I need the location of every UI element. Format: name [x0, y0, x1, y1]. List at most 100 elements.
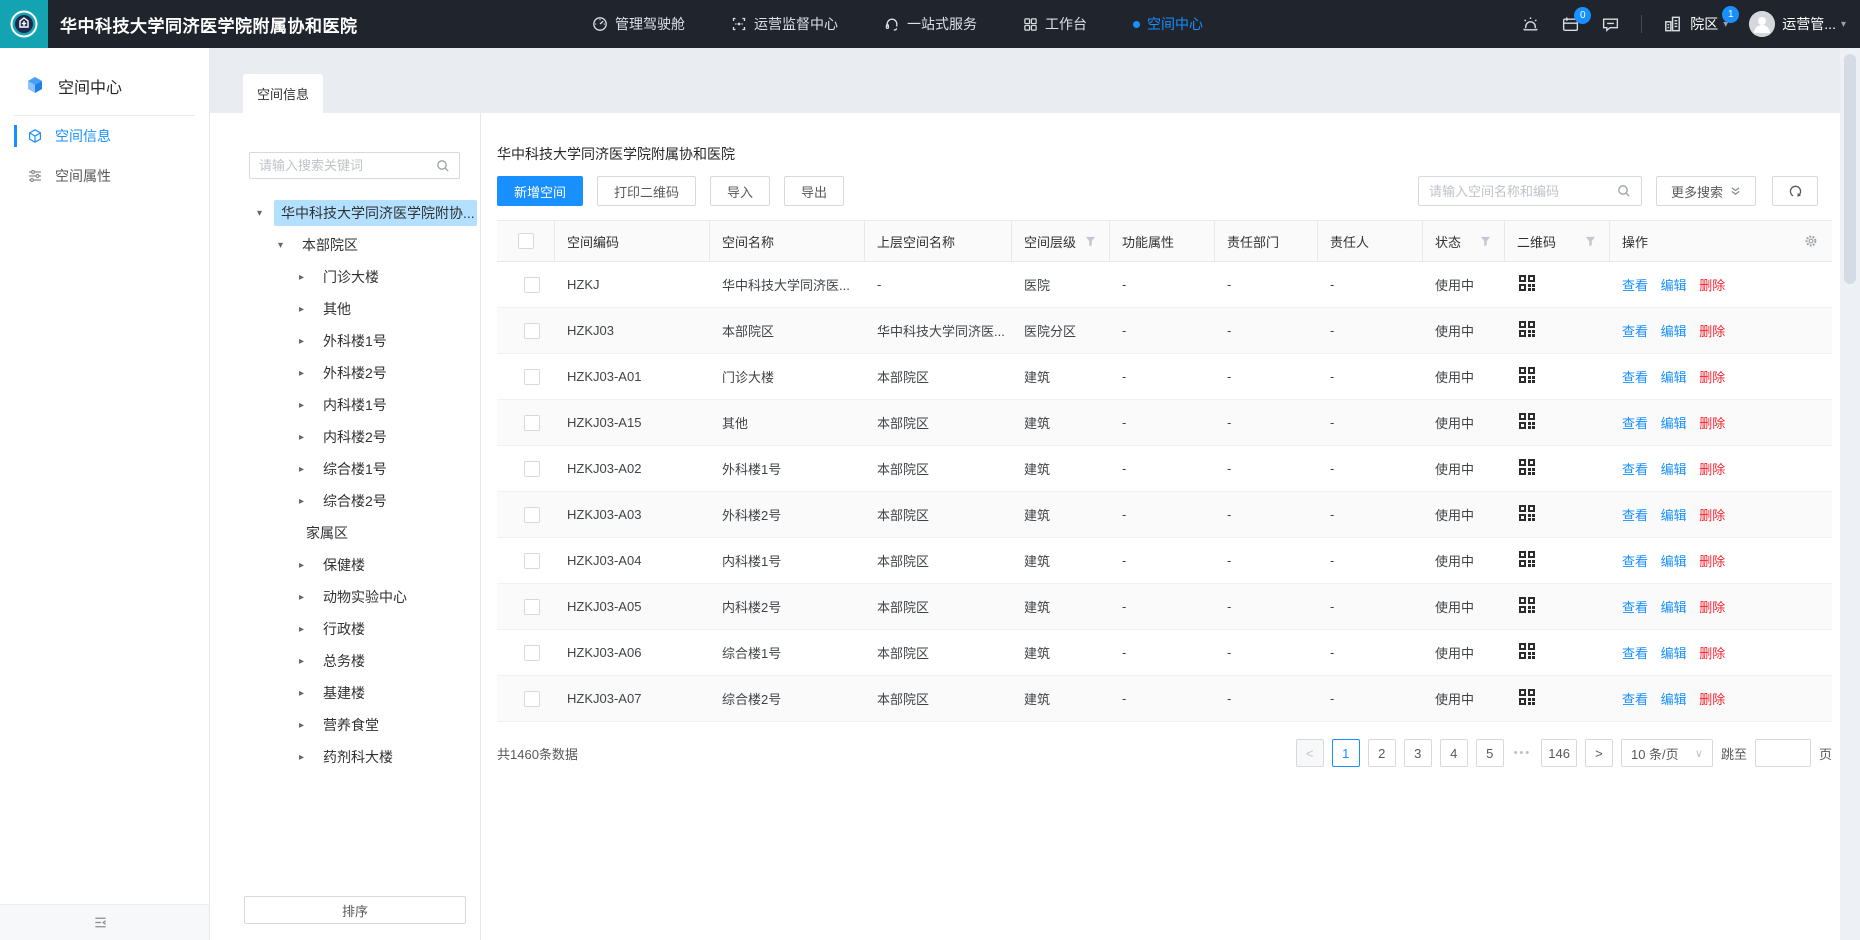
- import-button[interactable]: 导入: [710, 176, 770, 206]
- tree-node[interactable]: 家属区: [210, 517, 479, 549]
- page-button[interactable]: 5: [1476, 739, 1504, 767]
- caret-right-icon[interactable]: ▸: [299, 400, 316, 411]
- tree-node-label[interactable]: 家属区: [299, 520, 355, 546]
- tree-node-label[interactable]: 基建楼: [316, 680, 372, 706]
- caret-right-icon[interactable]: ▸: [299, 368, 316, 379]
- caret-right-icon[interactable]: ▸: [299, 592, 316, 603]
- row-checkbox[interactable]: [524, 599, 540, 615]
- tree-node-label[interactable]: 门诊大楼: [316, 264, 386, 290]
- tree-node-label[interactable]: 行政楼: [316, 616, 372, 642]
- user-menu[interactable]: 运营管... ▾: [1749, 11, 1846, 37]
- delete-link[interactable]: 删除: [1699, 278, 1725, 293]
- tree-node-label[interactable]: 综合楼2号: [316, 488, 394, 514]
- delete-link[interactable]: 删除: [1699, 324, 1725, 339]
- edit-link[interactable]: 编辑: [1661, 646, 1687, 661]
- nav-workbench[interactable]: 工作台: [1023, 14, 1087, 34]
- scrollbar-thumb[interactable]: [1844, 54, 1856, 284]
- print-qrcode-button[interactable]: 打印二维码: [597, 176, 696, 206]
- caret-right-icon[interactable]: ▸: [299, 304, 316, 315]
- qr-code-icon[interactable]: [1517, 457, 1537, 477]
- page-button[interactable]: 1: [1332, 739, 1360, 767]
- delete-link[interactable]: 删除: [1699, 600, 1725, 615]
- qr-code-icon[interactable]: [1517, 641, 1537, 661]
- tree-node[interactable]: ▸ 外科楼2号: [210, 357, 479, 389]
- next-page-button[interactable]: >: [1585, 739, 1613, 767]
- row-checkbox[interactable]: [524, 645, 540, 661]
- view-link[interactable]: 查看: [1622, 324, 1648, 339]
- view-link[interactable]: 查看: [1622, 508, 1648, 523]
- qr-code-icon[interactable]: [1517, 273, 1537, 293]
- nav-service[interactable]: 一站式服务: [884, 14, 977, 34]
- tree-node[interactable]: ▸ 基建楼: [210, 677, 479, 709]
- tree-node[interactable]: ▸ 内科楼1号: [210, 389, 479, 421]
- search-icon[interactable]: [436, 159, 450, 173]
- caret-right-icon[interactable]: ▸: [299, 464, 316, 475]
- delete-link[interactable]: 删除: [1699, 554, 1725, 569]
- row-checkbox[interactable]: [524, 553, 540, 569]
- tree-node-label[interactable]: 外科楼2号: [316, 360, 394, 386]
- row-checkbox[interactable]: [524, 461, 540, 477]
- filter-icon[interactable]: [1585, 236, 1596, 247]
- tab-space-info[interactable]: 空间信息: [243, 74, 323, 113]
- tree-node[interactable]: ▸ 内科楼2号: [210, 421, 479, 453]
- message-icon[interactable]: [1601, 15, 1620, 34]
- nav-dashboard[interactable]: 管理驾驶舱: [592, 14, 685, 34]
- row-checkbox[interactable]: [524, 323, 540, 339]
- jump-page-input[interactable]: [1755, 739, 1811, 767]
- edit-link[interactable]: 编辑: [1661, 370, 1687, 385]
- qr-code-icon[interactable]: [1517, 319, 1537, 339]
- tree-node-label[interactable]: 营养食堂: [316, 712, 386, 738]
- select-all-checkbox[interactable]: [518, 233, 534, 249]
- delete-link[interactable]: 删除: [1699, 416, 1725, 431]
- search-icon[interactable]: [1617, 184, 1631, 198]
- edit-link[interactable]: 编辑: [1661, 600, 1687, 615]
- tree-node-label[interactable]: 保健楼: [316, 552, 372, 578]
- qr-code-icon[interactable]: [1517, 411, 1537, 431]
- page-ellipsis[interactable]: •••: [1512, 747, 1534, 759]
- view-link[interactable]: 查看: [1622, 600, 1648, 615]
- delete-link[interactable]: 删除: [1699, 508, 1725, 523]
- caret-right-icon[interactable]: ▸: [299, 432, 316, 443]
- caret-right-icon[interactable]: ▸: [299, 496, 316, 507]
- space-search-input[interactable]: [1429, 184, 1617, 199]
- caret-right-icon[interactable]: ▸: [299, 624, 316, 635]
- tree-node-label[interactable]: 动物实验中心: [316, 584, 414, 610]
- delete-link[interactable]: 删除: [1699, 462, 1725, 477]
- schedule-icon[interactable]: 0: [1561, 15, 1580, 34]
- prev-page-button[interactable]: <: [1296, 739, 1324, 767]
- edit-link[interactable]: 编辑: [1661, 462, 1687, 477]
- view-link[interactable]: 查看: [1622, 554, 1648, 569]
- qr-code-icon[interactable]: [1517, 549, 1537, 569]
- caret-down-icon[interactable]: ▾: [278, 240, 295, 251]
- tree-node[interactable]: ▸ 综合楼2号: [210, 485, 479, 517]
- tree-node-label[interactable]: 总务楼: [316, 648, 372, 674]
- tree-node-label[interactable]: 综合楼1号: [316, 456, 394, 482]
- tree-node[interactable]: ▸ 综合楼1号: [210, 453, 479, 485]
- tree-node-label[interactable]: 内科楼2号: [316, 424, 394, 450]
- edit-link[interactable]: 编辑: [1661, 508, 1687, 523]
- view-link[interactable]: 查看: [1622, 416, 1648, 431]
- caret-right-icon[interactable]: ▸: [299, 656, 316, 667]
- caret-down-icon[interactable]: ▾: [257, 208, 274, 219]
- tree-node[interactable]: ▸ 动物实验中心: [210, 581, 479, 613]
- view-link[interactable]: 查看: [1622, 462, 1648, 477]
- campus-switcher[interactable]: 1 院区 ▾: [1663, 14, 1728, 34]
- tree-node-label[interactable]: 本部院区: [295, 232, 365, 258]
- last-page-button[interactable]: 146: [1541, 739, 1577, 767]
- qr-code-icon[interactable]: [1517, 503, 1537, 523]
- export-button[interactable]: 导出: [784, 176, 844, 206]
- more-search-button[interactable]: 更多搜索: [1656, 176, 1756, 206]
- row-checkbox[interactable]: [524, 691, 540, 707]
- caret-right-icon[interactable]: ▸: [299, 752, 316, 763]
- add-space-button[interactable]: 新增空间: [497, 176, 583, 206]
- page-button[interactable]: 3: [1404, 739, 1432, 767]
- nav-space-center[interactable]: 空间中心: [1133, 14, 1203, 34]
- filter-icon[interactable]: [1085, 236, 1096, 247]
- page-size-select[interactable]: 10 条/页 ∨: [1621, 739, 1713, 767]
- edit-link[interactable]: 编辑: [1661, 692, 1687, 707]
- row-checkbox[interactable]: [524, 369, 540, 385]
- sidebar-item-space-attrs[interactable]: 空间属性: [0, 156, 209, 196]
- tree-node[interactable]: ▸ 药剂科大楼: [210, 741, 479, 773]
- row-checkbox[interactable]: [524, 415, 540, 431]
- caret-right-icon[interactable]: ▸: [299, 688, 316, 699]
